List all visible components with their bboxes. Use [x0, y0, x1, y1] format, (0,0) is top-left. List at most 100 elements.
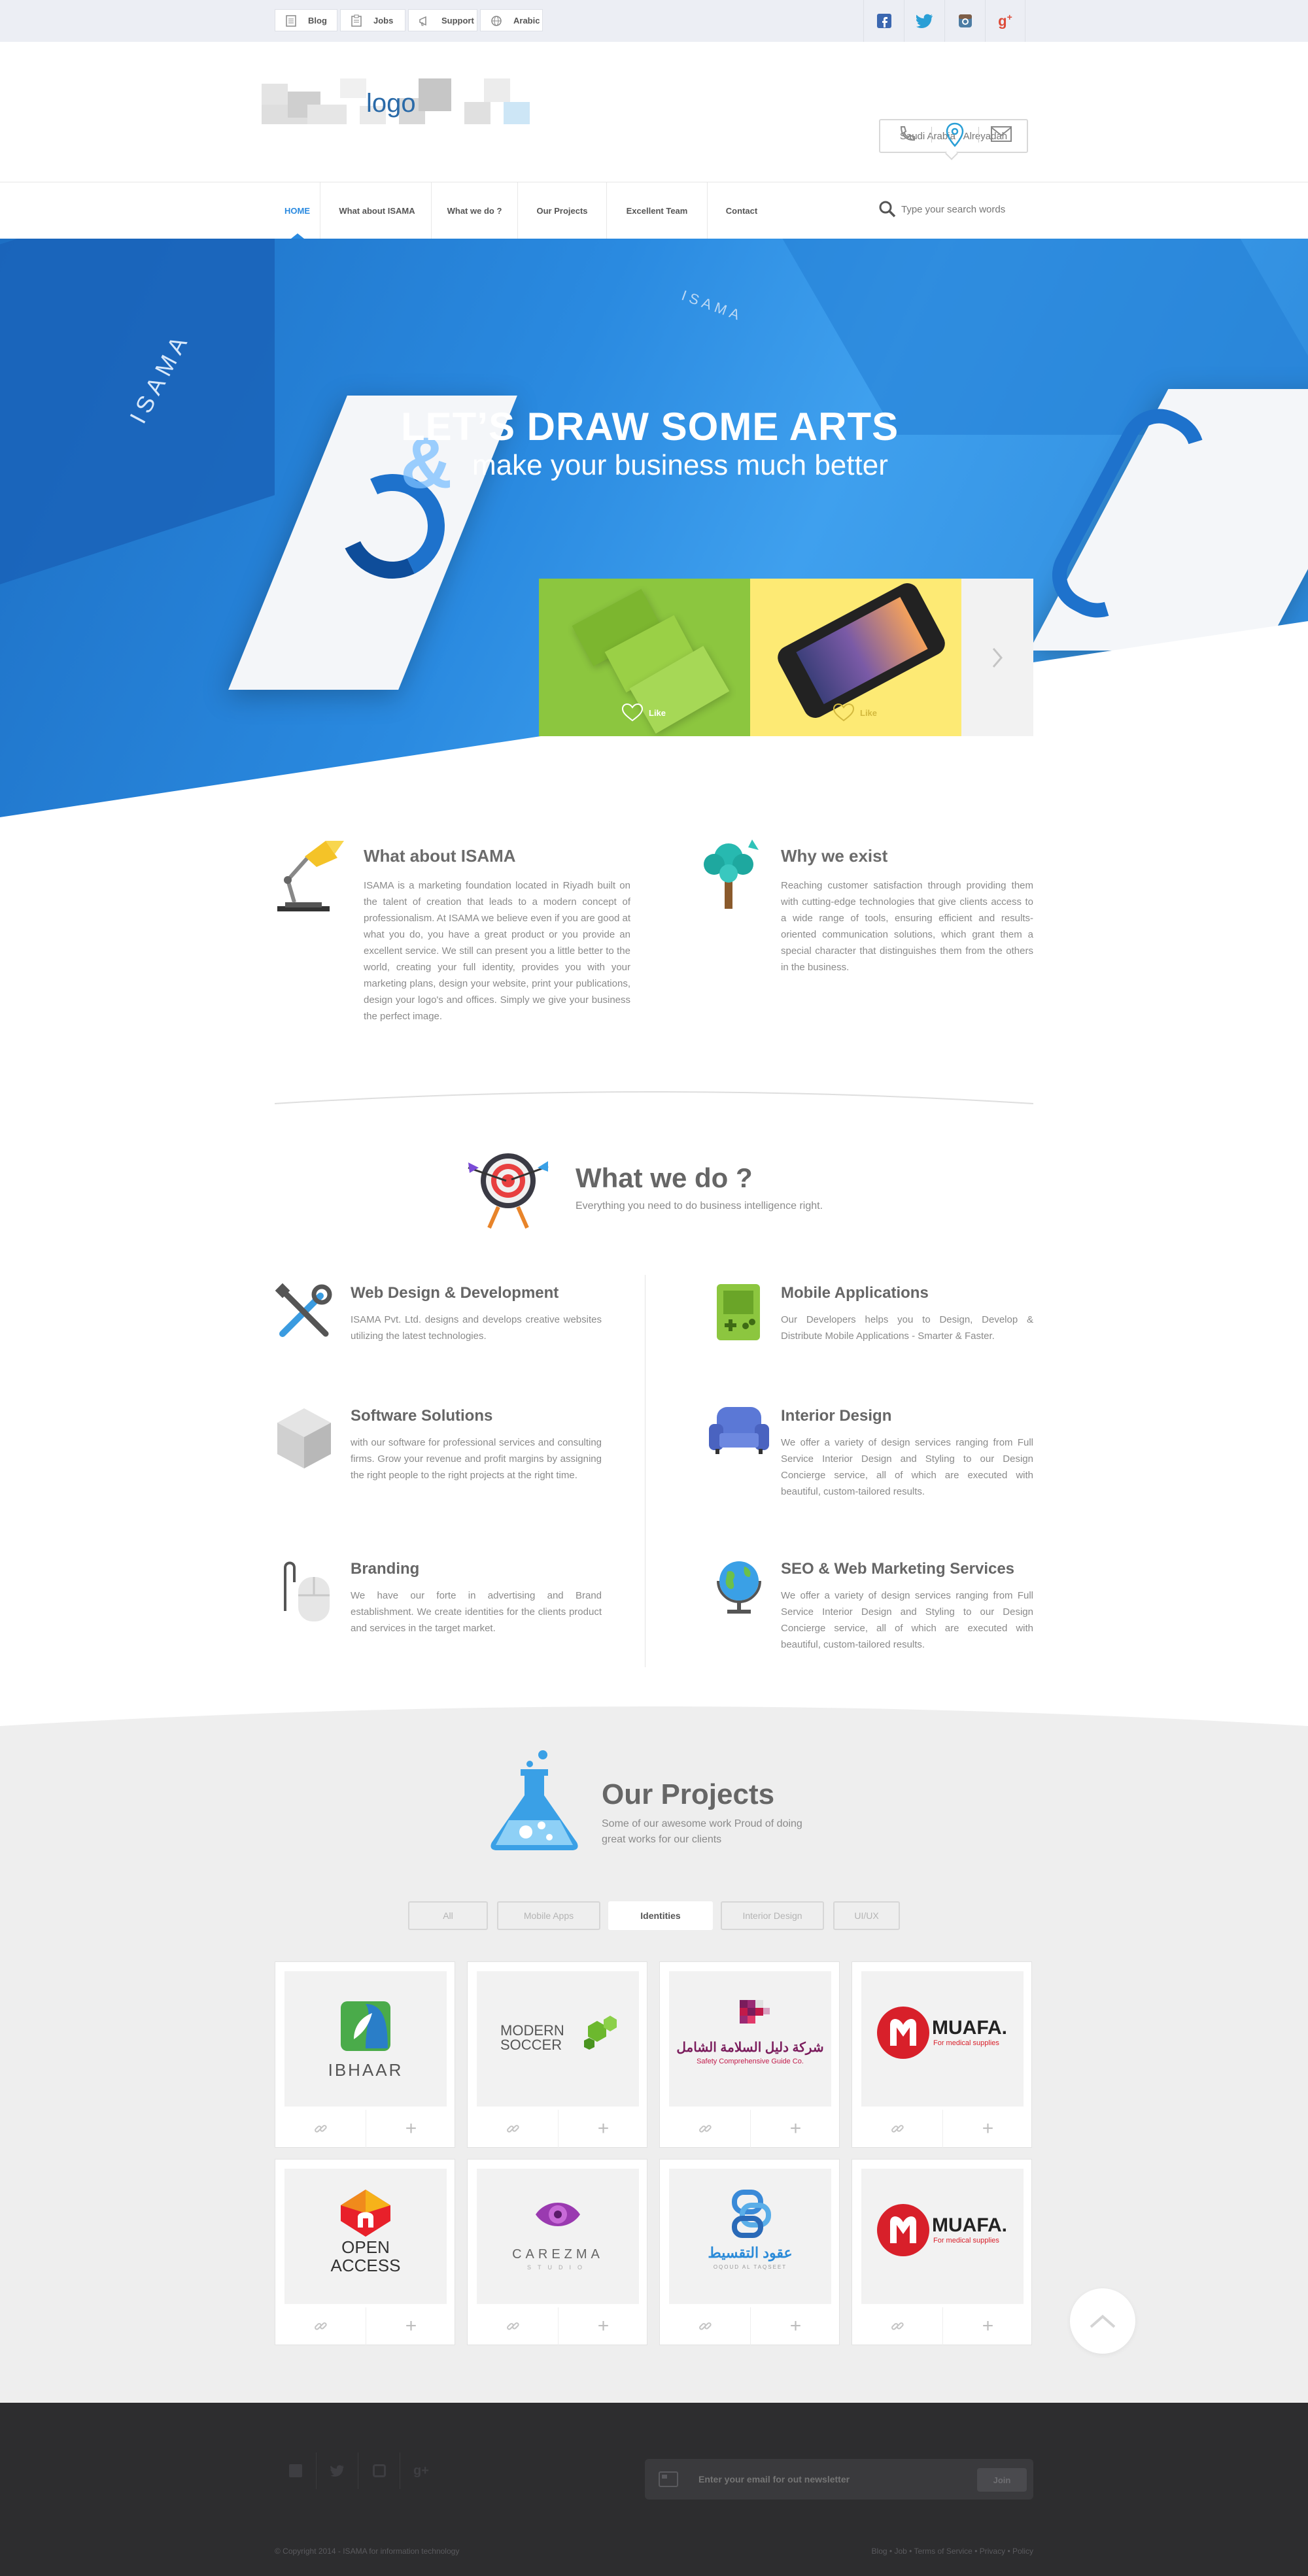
project-expand-button[interactable]: +: [942, 2110, 1033, 2148]
ibhaar-name: IBHAAR: [328, 2060, 404, 2080]
project-expand-button[interactable]: +: [750, 2110, 840, 2148]
tree-icon: [704, 839, 759, 909]
project-expand-button[interactable]: +: [942, 2307, 1033, 2345]
open-access-line: OPEN: [341, 2237, 390, 2257]
portfolio-card-green[interactable]: Like: [539, 579, 750, 736]
project-link-button[interactable]: [468, 2110, 558, 2148]
logo[interactable]: logo: [262, 78, 530, 127]
nav-what-we-do-label: What we do ?: [447, 205, 502, 216]
plus-icon: +: [789, 2315, 802, 2337]
project-card[interactable]: CAREZMA STUDIO +: [467, 2159, 647, 2345]
project-card[interactable]: عقود التقسيط OQOUD AL TAQSEET +: [659, 2159, 840, 2345]
filter-mobile-apps[interactable]: Mobile Apps: [497, 1901, 600, 1930]
portfolio-next-button[interactable]: [961, 579, 1033, 736]
project-expand-button[interactable]: +: [750, 2307, 840, 2345]
project-link-button[interactable]: [275, 2110, 366, 2148]
project-thumbnail: CAREZMA STUDIO: [477, 2169, 639, 2304]
footer-link-job[interactable]: Job: [894, 2547, 906, 2556]
filter-all[interactable]: All: [408, 1901, 488, 1930]
top-bar: Blog Jobs Support Arabic g+: [0, 0, 1308, 42]
nav-our-projects[interactable]: Our Projects: [518, 182, 607, 239]
project-expand-button[interactable]: +: [558, 2110, 648, 2148]
project-card[interactable]: OPEN ACCESS +: [275, 2159, 455, 2345]
project-link-button[interactable]: [852, 2307, 942, 2345]
back-to-top-button[interactable]: [1070, 2288, 1135, 2354]
nav-contact[interactable]: Contact: [708, 182, 776, 239]
project-link-button[interactable]: [660, 2307, 750, 2345]
like-label: Like: [860, 707, 878, 718]
nav-what-we-do[interactable]: What we do ?: [432, 182, 518, 239]
service-text: with our software for professional servi…: [351, 1437, 602, 1481]
phone-icon[interactable]: [896, 124, 917, 145]
hero-banner: ISAMA ISAMA & LET’S DRAW SOME ARTS make …: [0, 239, 1308, 817]
footer-facebook-button[interactable]: [275, 2452, 317, 2489]
footer-google-plus-button[interactable]: g+: [400, 2452, 442, 2489]
footer-link-privacy[interactable]: Privacy: [980, 2547, 1005, 2556]
search-icon[interactable]: [878, 199, 897, 219]
project-expand-button[interactable]: +: [366, 2307, 456, 2345]
google-plus-button[interactable]: g+: [985, 0, 1025, 42]
filter-interior-design[interactable]: Interior Design: [721, 1901, 824, 1930]
project-expand-button[interactable]: +: [558, 2307, 648, 2345]
footer-instagram-button[interactable]: [358, 2452, 400, 2489]
mail-icon[interactable]: [990, 126, 1012, 143]
link-icon: [507, 2125, 519, 2133]
nav-home[interactable]: HOME: [275, 182, 320, 239]
blog-link[interactable]: Blog: [275, 9, 337, 31]
ibhaar-logo: [341, 2001, 390, 2051]
search-input[interactable]: [901, 199, 1032, 219]
plus-icon: +: [597, 2315, 610, 2337]
footer-twitter-button[interactable]: [317, 2452, 358, 2489]
arabic-link[interactable]: Arabic: [480, 9, 543, 31]
plus-icon: +: [789, 2118, 802, 2139]
like-button[interactable]: Like: [833, 703, 877, 722]
project-card[interactable]: MODERN SOCCER +: [467, 1961, 647, 2148]
why-title: Why we exist: [781, 846, 888, 866]
newsletter-join-button[interactable]: Join: [977, 2468, 1027, 2492]
footer-link-policy[interactable]: Policy: [1012, 2547, 1033, 2556]
project-card[interactable]: شركة دليل السلامة الشامل Safety Comprehe…: [659, 1961, 840, 2148]
nav-what-about-isama[interactable]: What about ISAMA: [323, 182, 432, 239]
footer-links: Blog • Job • Terms of Service • Privacy …: [837, 2547, 1033, 2556]
why-section: Why we exist Reaching customer satisfact…: [696, 830, 1036, 1000]
about-section: What about ISAMA ISAMA is a marketing fo…: [275, 830, 641, 1046]
project-card[interactable]: IBHAAR +: [275, 1961, 455, 2148]
service-text: We offer a variety of design services ra…: [781, 1437, 1033, 1497]
project-card[interactable]: MUAFA. For medical supplies +: [852, 2159, 1032, 2345]
project-link-button[interactable]: [660, 2110, 750, 2148]
project-link-button[interactable]: [852, 2110, 942, 2148]
oqoud-english: OQOUD AL TAQSEET: [713, 2264, 787, 2270]
modern-soccer-line: SOCCER: [500, 2037, 562, 2053]
google-plus-icon: g+: [413, 2463, 429, 2478]
like-button[interactable]: Like: [621, 703, 666, 722]
project-card[interactable]: MUAFA. For medical supplies +: [852, 1961, 1032, 2148]
gameboy-icon: [717, 1284, 760, 1340]
flask-icon: [490, 1750, 578, 1850]
newsletter-input[interactable]: [698, 2468, 947, 2490]
facebook-button[interactable]: [863, 0, 904, 42]
globe-stand-icon: [717, 1561, 761, 1614]
project-expand-button[interactable]: +: [366, 2110, 456, 2148]
footer-link-separator: •: [889, 2547, 893, 2556]
instagram-button[interactable]: [944, 0, 985, 42]
map-pin-icon[interactable]: [944, 122, 965, 148]
copyright: © Copyright 2014 - ISAMA for information…: [275, 2547, 460, 2556]
footer-social: g+: [275, 2452, 445, 2489]
filter-identities[interactable]: Identities: [608, 1901, 713, 1930]
plus-icon: +: [982, 2118, 994, 2139]
filter-ui-ux[interactable]: UI/UX: [833, 1901, 900, 1930]
oqoud-logo: [732, 2190, 771, 2238]
nav-excellent-team[interactable]: Excellent Team: [607, 182, 708, 239]
project-link-button[interactable]: [468, 2307, 558, 2345]
twitter-button[interactable]: [904, 0, 944, 42]
link-icon: [699, 2322, 712, 2330]
support-link[interactable]: Support: [408, 9, 477, 31]
portfolio-card-yellow[interactable]: Like: [750, 579, 961, 736]
footer-link-terms[interactable]: Terms of Service: [914, 2547, 972, 2556]
project-link-button[interactable]: [275, 2307, 366, 2345]
link-icon: [891, 2125, 904, 2133]
jobs-link[interactable]: Jobs: [340, 9, 405, 31]
header-divider: [978, 127, 979, 143]
footer-link-blog[interactable]: Blog: [872, 2547, 887, 2556]
nav-our-projects-label: Our Projects: [536, 205, 588, 216]
